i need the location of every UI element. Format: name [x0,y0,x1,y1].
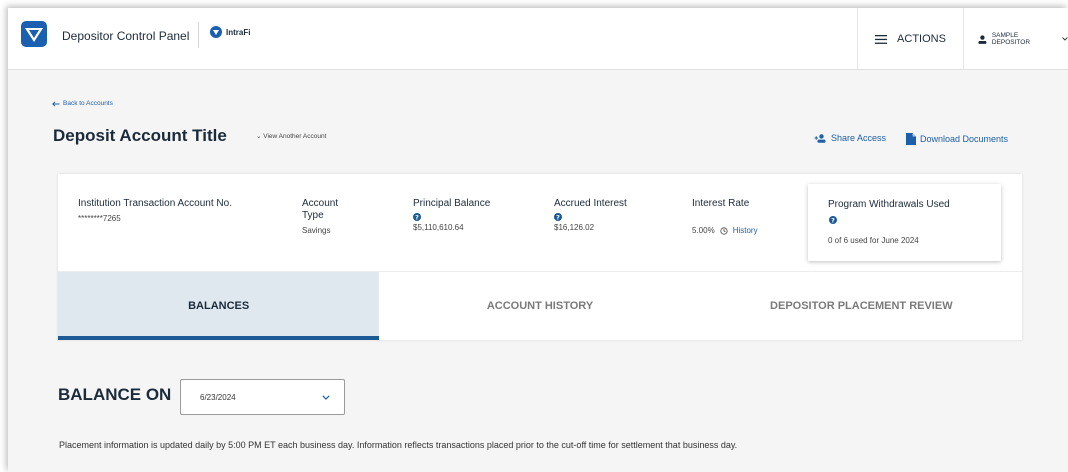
actions-menu-button[interactable]: ACTIONS [857,8,963,70]
view-another-label: View Another Account [263,133,327,140]
withdrawals-value: 0 of 6 used for June 2024 [828,236,919,245]
header-divider [198,22,199,48]
principal-balance-field: Principal Balance ? $5,110,610.64 [413,198,533,233]
tab-account-history[interactable]: ACCOUNT HISTORY [379,272,700,340]
accrued-interest-label: Accrued Interest [554,198,627,209]
balance-date-select[interactable]: 6/23/2024 [180,379,345,415]
accrued-interest-value: $16,126.02 [554,223,595,232]
account-number-field: Institution Transaction Account No. ****… [78,198,258,224]
share-access-button[interactable]: Share Access [814,133,886,143]
interest-rate-row: 5.00% History [692,226,802,235]
account-number-value: ********7265 [78,214,121,223]
chevron-down-icon [1062,37,1068,41]
placement-notice: Placement information is updated daily b… [59,440,738,450]
tab-balances[interactable]: BALANCES [58,272,380,340]
svg-text:?: ? [556,213,560,221]
add-user-icon [814,133,826,143]
brand-logo: IntraFi [210,26,250,38]
app-window: Depositor Control Panel IntraFi ACTIONS … [8,8,1068,472]
chevron-down-icon [322,394,330,400]
help-icon[interactable]: ? [554,213,562,221]
view-another-account-button[interactable]: ⌄ View Another Account [256,132,326,140]
interest-rate-label: Interest Rate [692,198,750,209]
back-link-label: Back to Accounts [63,100,113,107]
interest-rate-value: 5.00% [692,226,715,235]
accrued-interest-field: Accrued Interest ? $16,126.02 [554,198,674,233]
download-documents-label: Download Documents [920,134,1009,144]
account-number-label: Institution Transaction Account No. [78,198,232,209]
program-withdrawals-box: Program Withdrawals Used ? 0 of 6 used f… [808,184,1001,261]
interest-rate-field: Interest Rate 5.00% History [692,198,802,235]
actions-label: ACTIONS [897,33,946,45]
user-menu-button[interactable]: SAMPLE DEPOSITOR [963,8,1068,70]
withdrawals-label: Program Withdrawals Used [828,199,950,210]
chevron-down-icon: ⌄ [256,133,262,140]
account-type-value: Savings [302,226,331,235]
user-icon [978,34,987,44]
help-icon[interactable]: ? [413,213,421,221]
brand-name: IntraFi [226,27,251,37]
help-icon[interactable]: ? [829,216,837,224]
principal-balance-value: $5,110,610.64 [413,223,464,232]
balance-on-label: BALANCE ON [58,385,172,404]
back-to-accounts-link[interactable]: Back to Accounts [52,100,113,107]
svg-text:?: ? [415,213,419,221]
tab-depositor-placement-review[interactable]: DEPOSITOR PLACEMENT REVIEW [701,272,1022,340]
app-title: Depositor Control Panel [62,29,190,43]
document-icon [906,133,916,145]
svg-text:?: ? [831,216,835,224]
user-name: SAMPLE DEPOSITOR [991,32,1031,46]
share-access-label: Share Access [831,133,887,143]
account-type-label: Account Type [302,198,339,221]
top-header: Depositor Control Panel IntraFi ACTIONS … [8,8,1068,70]
interest-rate-history-link[interactable]: History [733,226,758,235]
arrow-left-icon [52,100,60,107]
intrafi-logo-icon[interactable] [21,21,47,47]
principal-balance-label: Principal Balance [413,198,491,209]
balance-date-value: 6/23/2024 [200,392,236,402]
account-summary-card: Institution Transaction Account No. ****… [58,174,1022,340]
hamburger-menu-icon [875,34,888,44]
page-title: Deposit Account Title [53,126,227,145]
account-type-field: Account Type Savings [302,198,362,236]
account-tabs: BALANCES ACCOUNT HISTORY DEPOSITOR PLACE… [58,271,1022,340]
intrafi-mark-icon [210,26,222,38]
history-icon [720,226,728,235]
download-documents-button[interactable]: Download Documents [906,133,1008,145]
